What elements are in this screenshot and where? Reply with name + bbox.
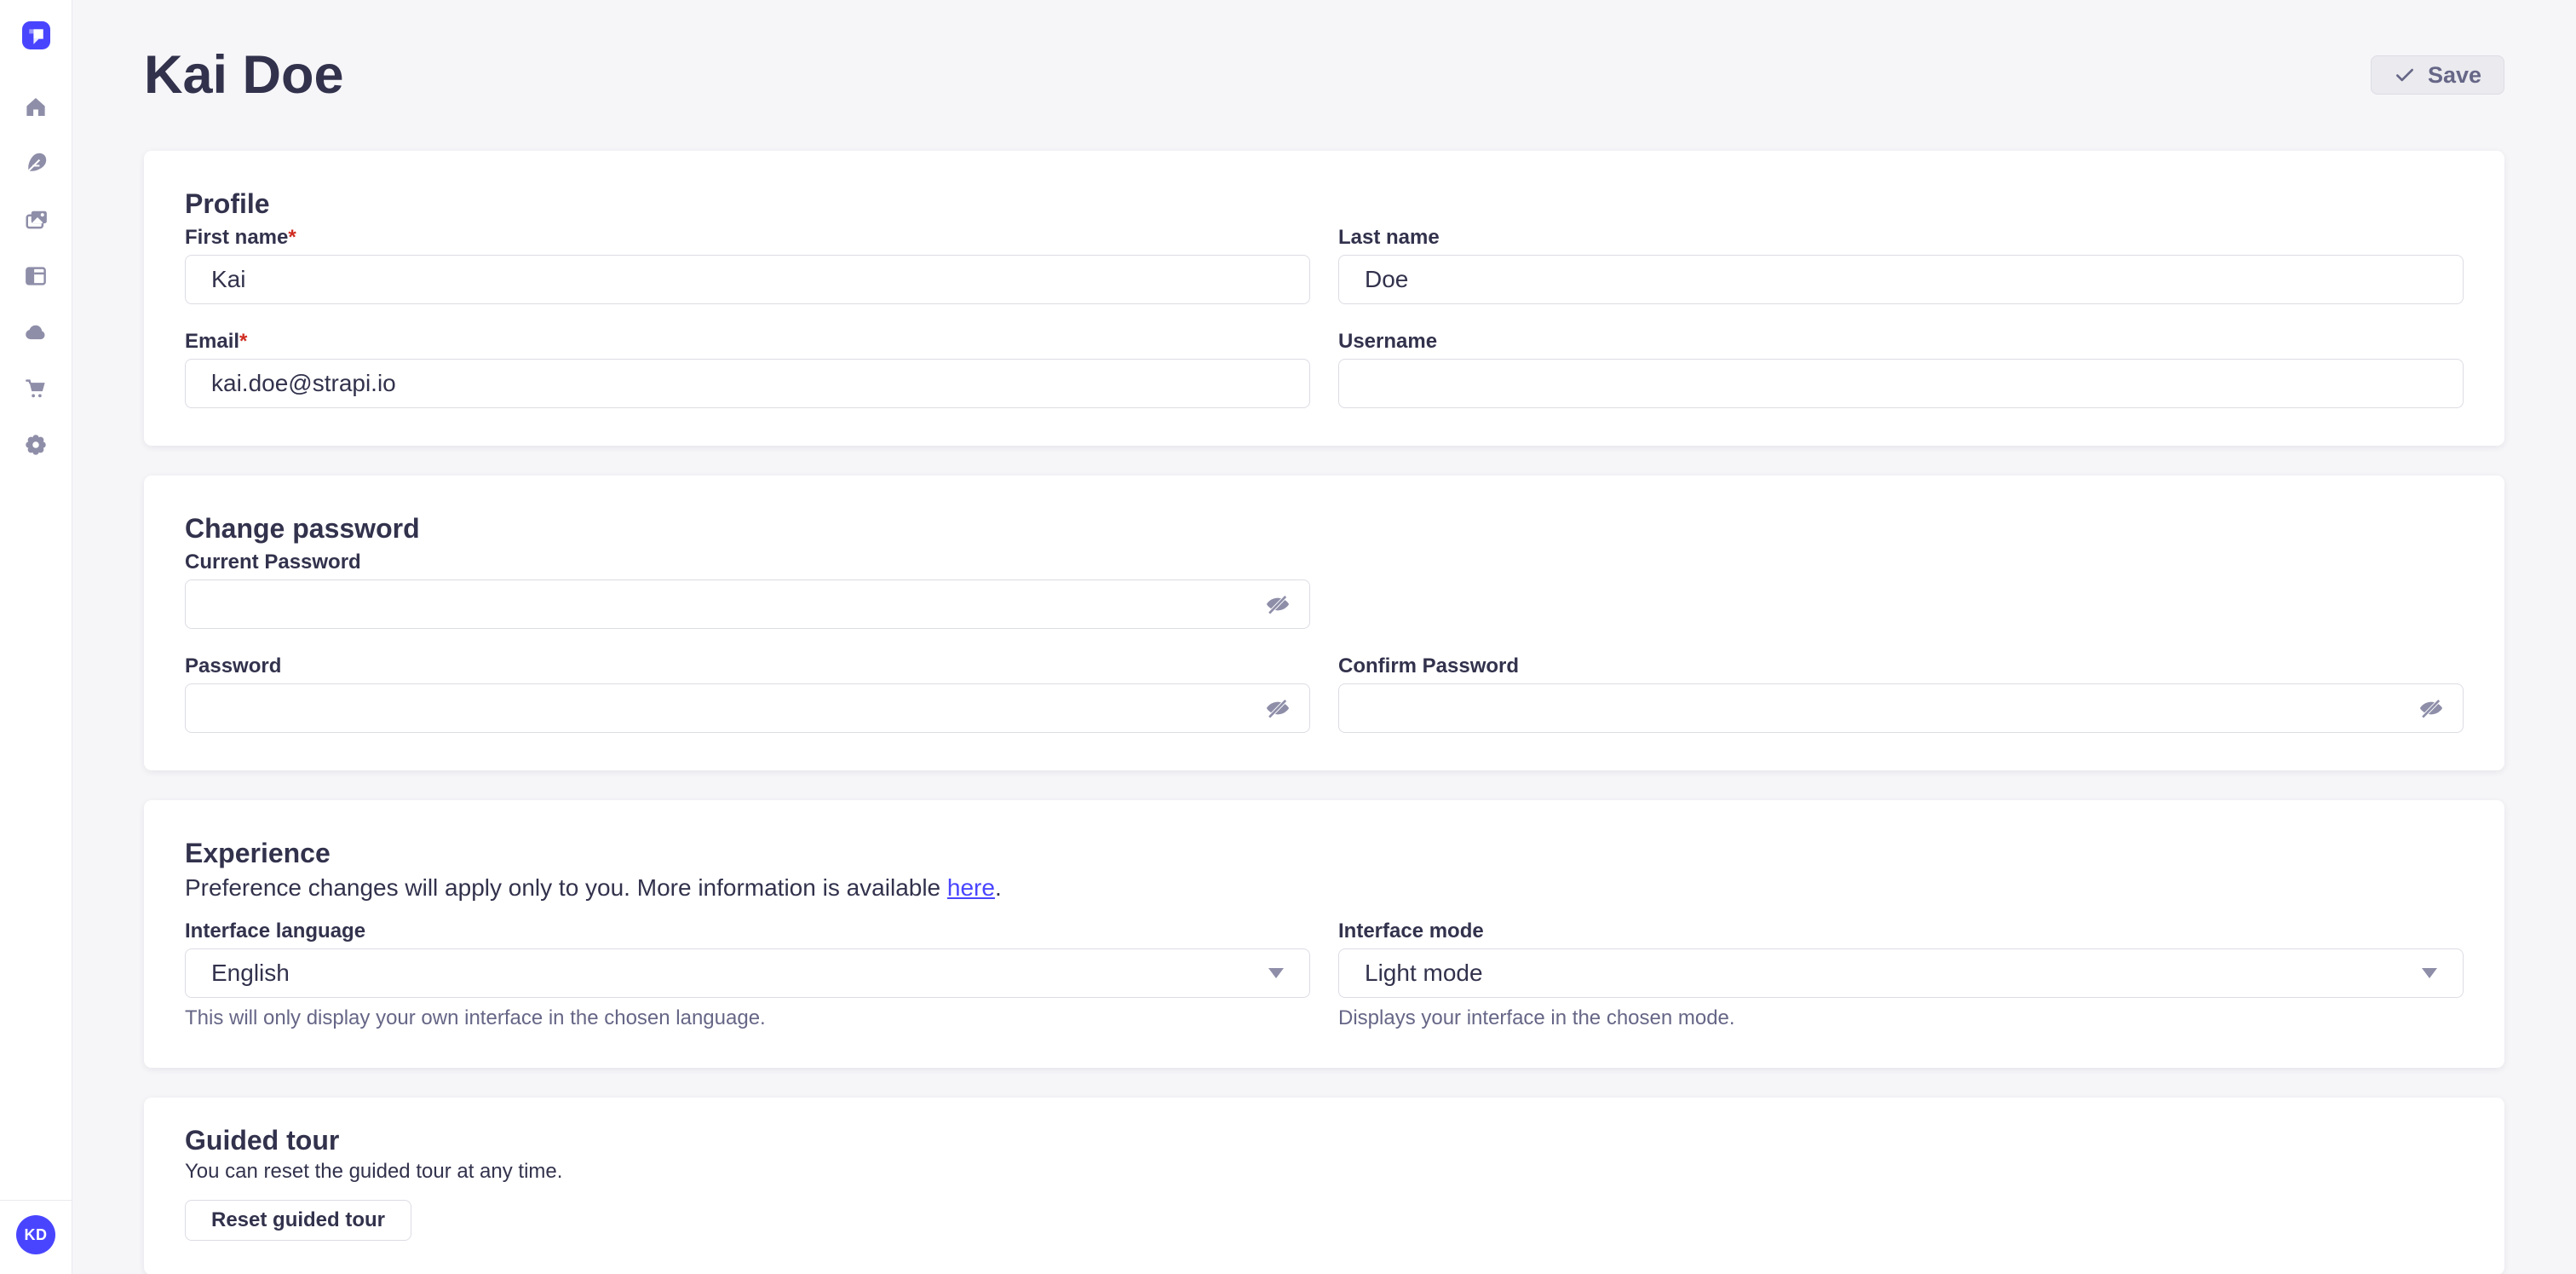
email-group: Email* xyxy=(185,330,1310,408)
confirm-password-label: Confirm Password xyxy=(1338,654,2464,678)
required-marker: * xyxy=(288,226,296,249)
feather-icon[interactable] xyxy=(23,151,49,176)
current-password-input[interactable] xyxy=(185,579,1310,629)
strapi-logo[interactable] xyxy=(22,21,50,49)
sidebar: KD xyxy=(0,0,72,1274)
reset-guided-tour-button[interactable]: Reset guided tour xyxy=(185,1200,411,1241)
guided-tour-description: You can reset the guided tour at any tim… xyxy=(185,1159,2464,1185)
password-group: Password xyxy=(185,654,1310,733)
cart-icon[interactable] xyxy=(23,376,49,401)
more-information-link[interactable]: here xyxy=(947,874,995,901)
change-password-title: Change password xyxy=(185,513,2464,544)
interface-mode-group: Interface mode Light mode Displays your … xyxy=(1338,919,2464,1030)
first-name-group: First name* xyxy=(185,226,1310,304)
chevron-down-icon xyxy=(1268,968,1284,978)
confirm-password-group: Confirm Password xyxy=(1338,654,2464,733)
password-input[interactable] xyxy=(185,683,1310,733)
email-label: Email* xyxy=(185,330,1310,354)
username-group: Username xyxy=(1338,330,2464,408)
first-name-input[interactable] xyxy=(185,255,1310,304)
email-input[interactable] xyxy=(185,359,1310,408)
sidebar-nav xyxy=(23,95,49,458)
home-icon[interactable] xyxy=(23,95,49,120)
toggle-password-visibility-button[interactable] xyxy=(1264,694,1293,723)
username-label: Username xyxy=(1338,330,2464,354)
interface-language-label: Interface language xyxy=(185,919,1310,943)
media-library-icon[interactable] xyxy=(23,207,49,233)
empty-cell xyxy=(1338,551,2464,629)
eye-off-icon xyxy=(1264,695,1291,722)
save-button[interactable]: Save xyxy=(2371,55,2504,95)
current-password-group: Current Password xyxy=(185,551,1310,629)
interface-language-group: Interface language English This will onl… xyxy=(185,919,1310,1030)
interface-mode-hint: Displays your interface in the chosen mo… xyxy=(1338,1006,2464,1030)
experience-card-title: Experience xyxy=(185,838,2464,868)
interface-mode-select[interactable]: Light mode xyxy=(1338,948,2464,998)
profile-card: Profile First name* Last name Email* Use… xyxy=(144,151,2504,446)
last-name-label: Last name xyxy=(1338,226,2464,250)
last-name-input[interactable] xyxy=(1338,255,2464,304)
check-icon xyxy=(2394,64,2416,86)
interface-language-value: English xyxy=(211,960,290,987)
cloud-icon[interactable] xyxy=(23,320,49,345)
main-content: Kai Doe Save Profile First name* Last na… xyxy=(72,0,2576,1274)
interface-language-select[interactable]: English xyxy=(185,948,1310,998)
page-header: Kai Doe Save xyxy=(144,0,2504,102)
eye-off-icon xyxy=(2418,695,2445,722)
first-name-label: First name* xyxy=(185,226,1310,250)
sidebar-footer: KD xyxy=(0,1200,72,1274)
guided-tour-card: Guided tour You can reset the guided tou… xyxy=(144,1098,2504,1274)
avatar[interactable]: KD xyxy=(16,1215,55,1254)
guided-tour-title: Guided tour xyxy=(185,1125,2464,1156)
layout-icon[interactable] xyxy=(23,263,49,289)
current-password-label: Current Password xyxy=(185,551,1310,574)
gear-icon[interactable] xyxy=(23,432,49,458)
last-name-group: Last name xyxy=(1338,226,2464,304)
username-input[interactable] xyxy=(1338,359,2464,408)
eye-off-icon xyxy=(1264,591,1291,618)
interface-mode-value: Light mode xyxy=(1365,960,1483,987)
toggle-password-visibility-button[interactable] xyxy=(1264,590,1293,619)
required-marker: * xyxy=(239,330,247,353)
change-password-card: Change password Current Password xyxy=(144,476,2504,770)
toggle-password-visibility-button[interactable] xyxy=(2418,694,2447,723)
interface-mode-label: Interface mode xyxy=(1338,919,2464,943)
page-title: Kai Doe xyxy=(144,48,344,102)
interface-language-hint: This will only display your own interfac… xyxy=(185,1006,1310,1030)
password-label: Password xyxy=(185,654,1310,678)
chevron-down-icon xyxy=(2422,968,2437,978)
save-button-label: Save xyxy=(2428,62,2481,89)
confirm-password-input[interactable] xyxy=(1338,683,2464,733)
profile-card-title: Profile xyxy=(185,188,2464,219)
experience-card: Experience Preference changes will apply… xyxy=(144,800,2504,1068)
experience-description: Preference changes will apply only to yo… xyxy=(185,873,2464,902)
